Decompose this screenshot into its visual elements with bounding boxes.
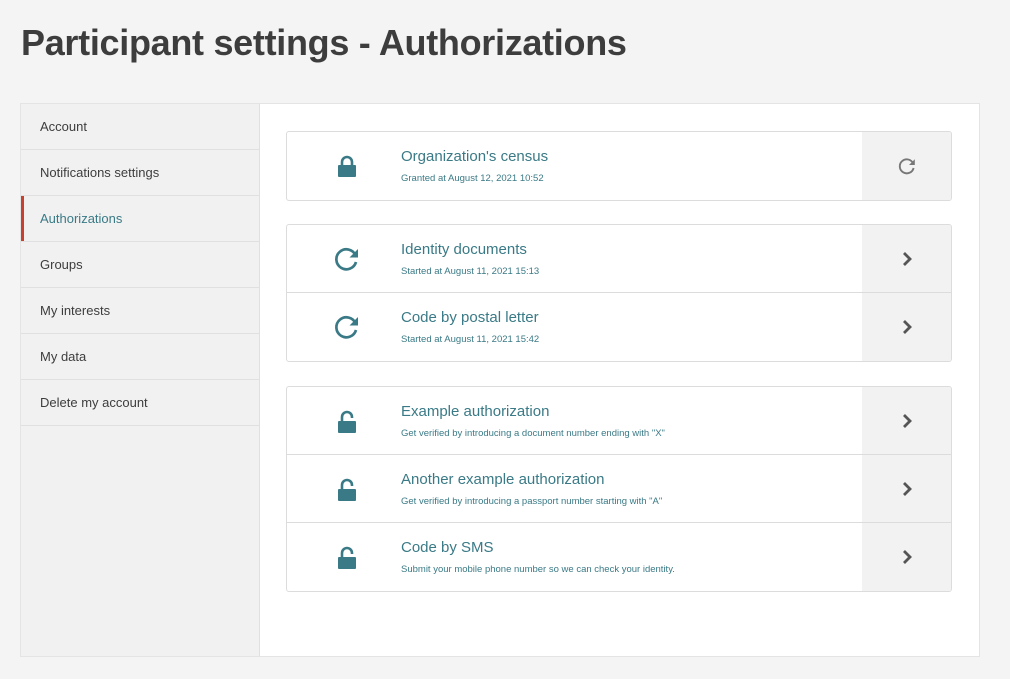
- available-authorizations-list: Example authorization Get verified by in…: [286, 386, 952, 592]
- sidebar-item-account[interactable]: Account: [21, 104, 259, 150]
- sidebar-item-my-interests[interactable]: My interests: [21, 288, 259, 334]
- sidebar-item-delete-my-account[interactable]: Delete my account: [21, 380, 259, 426]
- sidebar-item-label: My interests: [40, 303, 111, 318]
- refresh-icon: [333, 245, 361, 273]
- authorization-title: Another example authorization: [401, 471, 605, 488]
- authorization-card-example-authorization[interactable]: Example authorization Get verified by in…: [287, 387, 951, 455]
- authorization-title: Code by SMS: [401, 539, 494, 556]
- open-authorization-button[interactable]: [862, 455, 951, 522]
- chevron-right-icon: [901, 481, 913, 497]
- authorization-status: Started at August 11, 2021 15:13: [401, 266, 540, 277]
- sidebar-item-groups[interactable]: Groups: [21, 242, 259, 288]
- authorizations-content: Organization's census Granted at August …: [260, 104, 979, 656]
- sidebar: Account Notifications settings Authoriza…: [21, 104, 260, 656]
- authorization-title: Example authorization: [401, 403, 550, 420]
- renew-button[interactable]: [862, 132, 951, 200]
- sidebar-item-label: Authorizations: [40, 211, 123, 226]
- pending-authorizations-list: Identity documents Started at August 11,…: [286, 224, 952, 362]
- sidebar-item-label: Account: [40, 119, 87, 134]
- chevron-right-icon: [901, 549, 913, 565]
- authorization-description: Get verified by introducing a document n…: [401, 428, 665, 439]
- authorization-status: Started at August 11, 2021 15:42: [401, 334, 540, 345]
- authorization-card-code-by-postal-letter[interactable]: Code by postal letter Started at August …: [287, 293, 951, 361]
- open-authorization-button[interactable]: [862, 225, 951, 292]
- authorization-title: Organization's census: [401, 148, 549, 165]
- open-authorization-button[interactable]: [862, 387, 951, 454]
- authorization-description: Get verified by introducing a passport n…: [401, 496, 663, 507]
- open-authorization-button[interactable]: [862, 523, 951, 591]
- lock-open-icon: [333, 543, 361, 571]
- lock-open-icon: [333, 407, 361, 435]
- sidebar-item-notifications-settings[interactable]: Notifications settings: [21, 150, 259, 196]
- chevron-right-icon: [901, 319, 913, 335]
- chevron-right-icon: [901, 413, 913, 429]
- refresh-icon: [333, 313, 361, 341]
- lock-open-icon: [333, 475, 361, 503]
- sidebar-item-label: My data: [40, 349, 87, 364]
- authorization-status: Granted at August 12, 2021 10:52: [401, 173, 544, 184]
- authorization-card-identity-documents[interactable]: Identity documents Started at August 11,…: [287, 225, 951, 293]
- sidebar-item-label: Delete my account: [40, 395, 148, 410]
- granted-authorizations-list: Organization's census Granted at August …: [286, 131, 952, 201]
- open-authorization-button[interactable]: [862, 293, 951, 361]
- authorization-title: Code by postal letter: [401, 309, 539, 326]
- refresh-icon: [897, 156, 917, 176]
- authorization-card-organizations-census[interactable]: Organization's census Granted at August …: [287, 132, 951, 200]
- lock-closed-icon: [333, 152, 361, 180]
- authorization-title: Identity documents: [401, 241, 527, 258]
- sidebar-item-label: Groups: [40, 257, 83, 272]
- page-title: Participant settings - Authorizations: [21, 22, 627, 63]
- sidebar-item-label: Notifications settings: [40, 165, 160, 180]
- chevron-right-icon: [901, 251, 913, 267]
- sidebar-item-authorizations[interactable]: Authorizations: [21, 196, 259, 242]
- authorization-card-another-example-authorization[interactable]: Another example authorization Get verifi…: [287, 455, 951, 523]
- settings-panel: Account Notifications settings Authoriza…: [20, 103, 980, 657]
- authorization-description: Submit your mobile phone number so we ca…: [401, 564, 675, 575]
- sidebar-item-my-data[interactable]: My data: [21, 334, 259, 380]
- authorization-card-code-by-sms[interactable]: Code by SMS Submit your mobile phone num…: [287, 523, 951, 591]
